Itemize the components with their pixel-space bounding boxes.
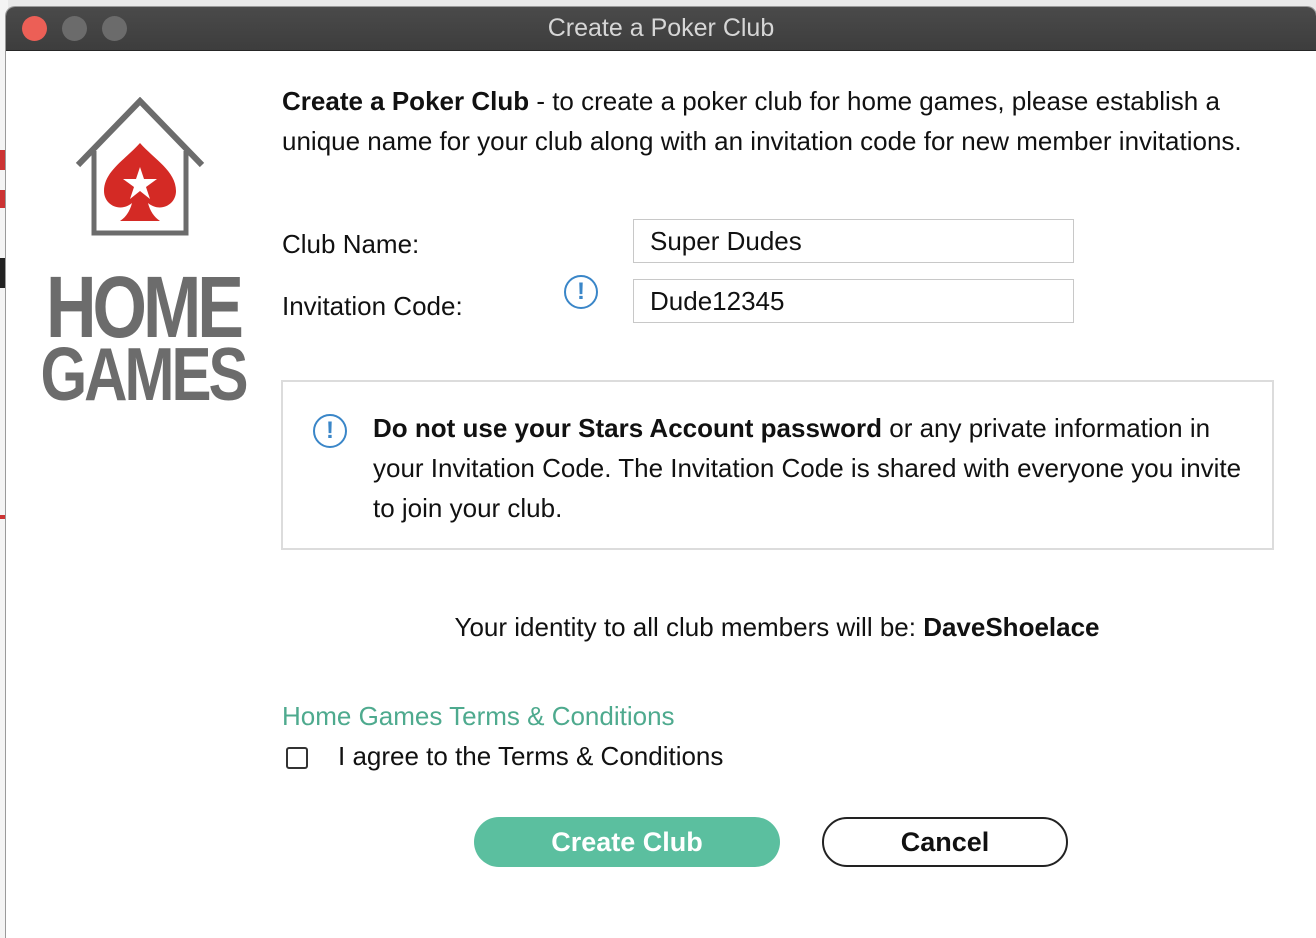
- intro-title: Create a Poker Club: [282, 86, 530, 116]
- terms-checkbox-label[interactable]: I agree to the Terms & Conditions: [338, 741, 723, 772]
- club-name-label: Club Name:: [282, 229, 420, 259]
- create-club-button[interactable]: Create Club: [474, 817, 780, 867]
- identity-name: DaveShoelace: [923, 612, 1100, 642]
- logo-text-games: GAMES: [40, 332, 248, 416]
- intro-paragraph: Create a Poker Club - to create a poker …: [282, 81, 1292, 161]
- title-bar[interactable]: Create a Poker Club: [6, 7, 1316, 51]
- background-mark: [0, 150, 5, 170]
- warning-box: ! Do not use your Stars Account password…: [281, 380, 1274, 550]
- home-games-logo: HOME GAMES: [38, 97, 249, 416]
- dialog-window: Create a Poker Club HOME GAMES Create a …: [6, 7, 1316, 938]
- invitation-code-input[interactable]: [633, 279, 1074, 323]
- terms-checkbox[interactable]: [286, 747, 308, 769]
- background-mark: [0, 515, 5, 519]
- cancel-button[interactable]: Cancel: [822, 817, 1068, 867]
- warning-bold: Do not use your Stars Account password: [373, 413, 883, 443]
- terms-link[interactable]: Home Games Terms & Conditions: [282, 701, 675, 732]
- invitation-code-label: Invitation Code:: [282, 291, 463, 321]
- info-icon[interactable]: !: [564, 275, 598, 309]
- identity-line: Your identity to all club members will b…: [282, 612, 1272, 643]
- warning-info-icon: !: [313, 414, 347, 448]
- background-mark: [0, 190, 5, 208]
- warning-text: Do not use your Stars Account password o…: [373, 408, 1253, 528]
- background-mark: [0, 258, 5, 288]
- identity-prefix: Your identity to all club members will b…: [454, 612, 924, 642]
- club-name-input[interactable]: [633, 219, 1074, 263]
- window-title: Create a Poker Club: [547, 14, 775, 42]
- house-spade-icon: [75, 97, 205, 236]
